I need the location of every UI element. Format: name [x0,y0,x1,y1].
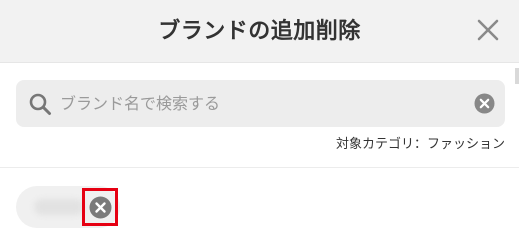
highlight-box [82,188,118,226]
scrollbar[interactable] [515,68,519,84]
brand-edit-modal: ブランドの追加削除 対象カテゴリ：ファッション [0,0,519,244]
close-icon [477,19,499,41]
brand-chip-name [34,199,84,215]
search-input[interactable] [60,80,460,127]
clear-search-button[interactable] [474,93,495,114]
divider [0,167,519,168]
modal-title: ブランドの追加削除 [158,19,361,44]
target-category-label: 対象カテゴリ：ファッション [335,137,505,152]
search-icon [29,93,51,115]
modal-header: ブランドの追加削除 [0,0,519,63]
search-box [16,80,505,127]
close-button[interactable] [472,14,504,46]
